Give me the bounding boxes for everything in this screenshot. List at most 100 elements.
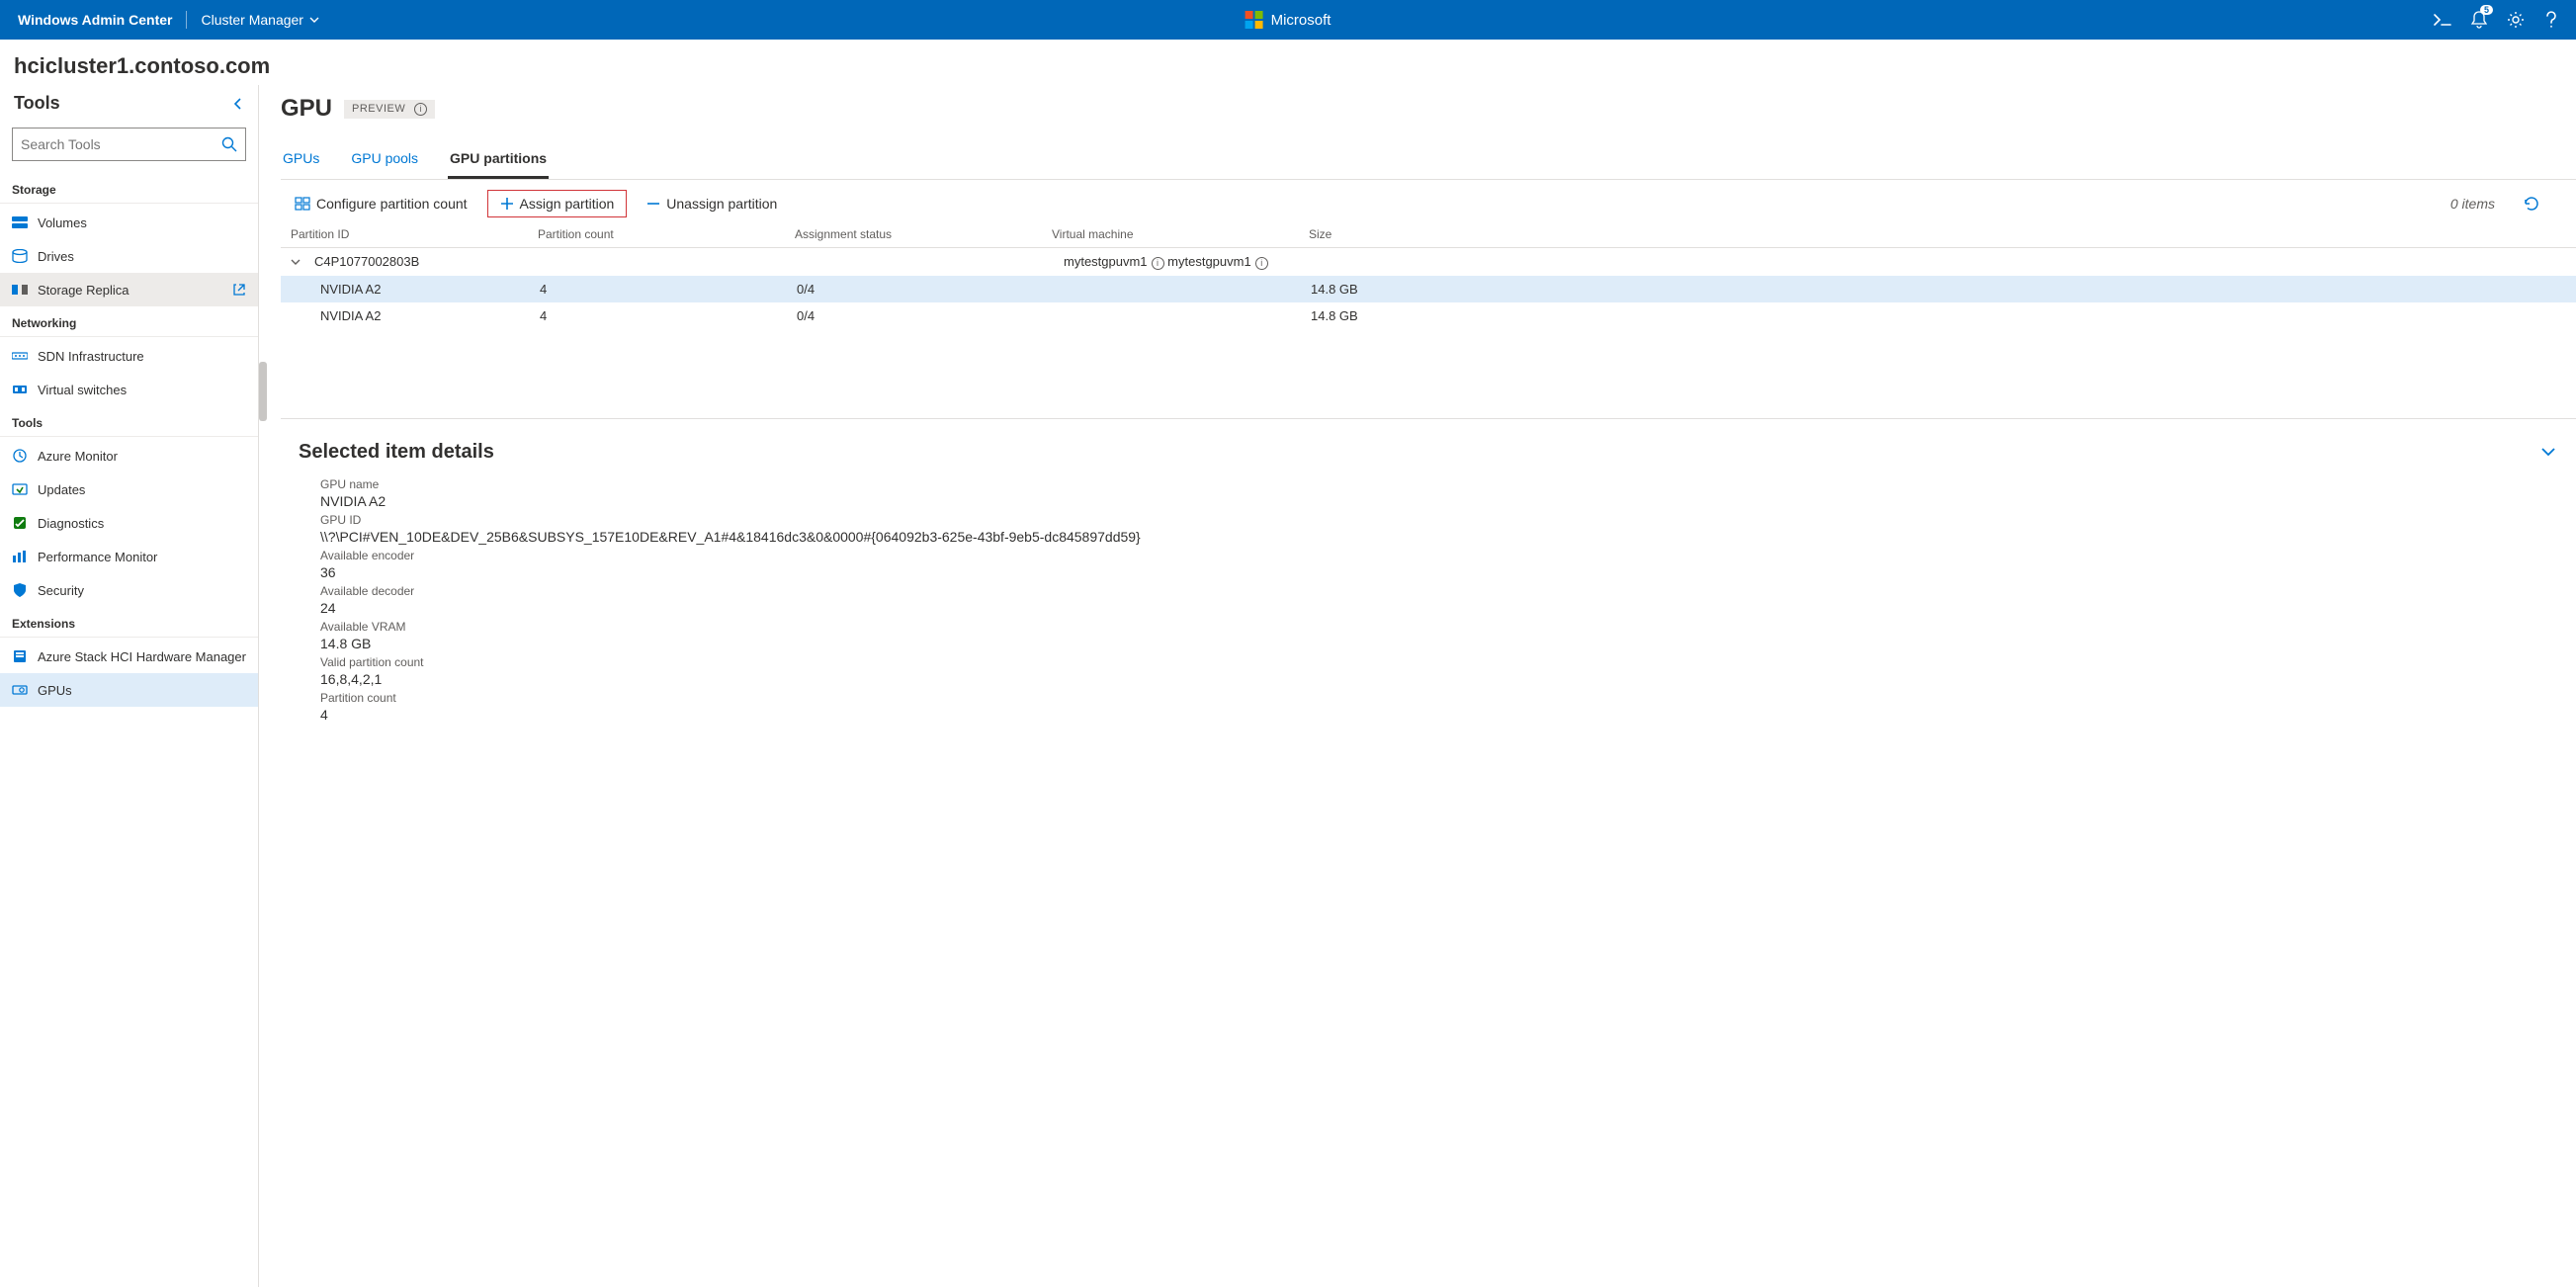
group-vm: mytestgpuvm1i mytestgpuvm1i <box>1064 254 1321 270</box>
minus-icon <box>646 197 660 211</box>
divider <box>186 11 187 29</box>
table-row[interactable]: NVIDIA A2 4 0/4 14.8 GB <box>281 276 2576 302</box>
help-button[interactable] <box>2544 11 2558 29</box>
sidebar-item-label: GPUs <box>38 683 72 698</box>
section-extensions: Extensions <box>0 607 258 638</box>
hostname: hcicluster1.contoso.com <box>0 40 2576 85</box>
toolbar: Configure partition count Assign partiti… <box>281 180 2576 225</box>
sidebar-item-label: SDN Infrastructure <box>38 349 144 364</box>
sidebar-item-label: Virtual switches <box>38 383 127 397</box>
collapse-sidebar-button[interactable] <box>232 98 244 110</box>
sidebar-item-label: Updates <box>38 482 85 497</box>
col-assignment-status[interactable]: Assignment status <box>795 227 1052 241</box>
assign-partition-button[interactable]: Assign partition <box>487 190 628 217</box>
context-dropdown[interactable]: Cluster Manager <box>201 12 319 28</box>
search-tools[interactable] <box>12 128 246 161</box>
chevron-left-icon <box>232 98 244 110</box>
sidebar-item-drives[interactable]: Drives <box>0 239 258 273</box>
col-partition-count[interactable]: Partition count <box>538 227 795 241</box>
sidebar-item-sdn[interactable]: SDN Infrastructure <box>0 339 258 373</box>
vswitch-icon <box>12 382 28 397</box>
updates-icon <box>12 481 28 497</box>
gpu-icon <box>12 682 28 698</box>
cell-name: NVIDIA A2 <box>320 308 540 323</box>
sidebar-item-virtual-switches[interactable]: Virtual switches <box>0 373 258 406</box>
microsoft-logo-icon <box>1245 11 1263 29</box>
unassign-partition-button[interactable]: Unassign partition <box>637 191 787 216</box>
sidebar-item-diagnostics[interactable]: Diagnostics <box>0 506 258 540</box>
button-label: Assign partition <box>520 196 615 212</box>
tabs: GPUs GPU pools GPU partitions <box>281 142 2576 180</box>
info-icon[interactable]: i <box>1255 257 1268 270</box>
detail-value: 24 <box>320 600 2556 616</box>
info-icon[interactable]: i <box>1152 257 1164 270</box>
cell-size: 14.8 GB <box>1311 308 2566 323</box>
top-bar-left: Windows Admin Center Cluster Manager <box>18 11 319 29</box>
sidebar-item-label: Performance Monitor <box>38 550 157 564</box>
tools-header: Tools <box>0 85 258 124</box>
preview-badge-label: PREVIEW <box>352 103 405 115</box>
cloud-shell-button[interactable] <box>2434 13 2451 27</box>
col-virtual-machine[interactable]: Virtual machine <box>1052 227 1309 241</box>
terminal-icon <box>2434 13 2451 27</box>
table-row[interactable]: NVIDIA A2 4 0/4 14.8 GB <box>281 302 2576 329</box>
storage-replica-icon <box>12 282 28 298</box>
scrollbar-thumb[interactable] <box>259 362 267 421</box>
perf-icon <box>12 549 28 564</box>
volumes-icon <box>12 214 28 230</box>
preview-badge: PREVIEW i <box>344 100 435 119</box>
col-partition-id[interactable]: Partition ID <box>291 227 538 241</box>
info-icon[interactable]: i <box>414 103 427 116</box>
sidebar-item-label: Azure Stack HCI Hardware Manager <box>38 649 246 664</box>
group-id: C4P1077002803B <box>314 254 550 269</box>
plus-icon <box>500 197 514 211</box>
details-title: Selected item details <box>299 441 494 464</box>
search-icon <box>221 136 237 152</box>
configure-partition-button[interactable]: Configure partition count <box>285 191 477 216</box>
top-bar-right: 5 <box>2434 11 2558 29</box>
items-count: 0 items <box>2450 196 2495 212</box>
main-content: GPU PREVIEW i GPUs GPU pools GPU partiti… <box>259 85 2576 1287</box>
search-input[interactable] <box>21 136 221 152</box>
sidebar-item-azure-monitor[interactable]: Azure Monitor <box>0 439 258 472</box>
sidebar-item-volumes[interactable]: Volumes <box>0 206 258 239</box>
detail-value: \\?\PCI#VEN_10DE&DEV_25B6&SUBSYS_157E10D… <box>320 529 2556 545</box>
top-bar: Windows Admin Center Cluster Manager Mic… <box>0 0 2576 40</box>
sidebar-item-gpus[interactable]: GPUs <box>0 673 258 707</box>
button-label: Configure partition count <box>316 196 468 212</box>
sidebar-item-label: Storage Replica <box>38 283 129 298</box>
detail-value: 16,8,4,2,1 <box>320 671 2556 687</box>
sidebar-item-label: Volumes <box>38 215 87 230</box>
section-storage: Storage <box>0 173 258 204</box>
azure-monitor-icon <box>12 448 28 464</box>
sidebar-item-storage-replica[interactable]: Storage Replica <box>0 273 258 306</box>
detail-label: Available encoder <box>320 549 2556 562</box>
section-networking: Networking <box>0 306 258 337</box>
sidebar-item-security[interactable]: Security <box>0 573 258 607</box>
help-icon <box>2544 11 2558 29</box>
group-row[interactable]: C4P1077002803B mytestgpuvm1i mytestgpuvm… <box>281 248 2576 276</box>
cell-status: 0/4 <box>797 282 1054 297</box>
configure-icon <box>295 197 310 211</box>
tab-gpu-pools[interactable]: GPU pools <box>349 142 420 179</box>
sidebar-item-hci-hardware[interactable]: Azure Stack HCI Hardware Manager <box>0 640 258 673</box>
tab-gpu-partitions[interactable]: GPU partitions <box>448 142 549 179</box>
sidebar-item-updates[interactable]: Updates <box>0 472 258 506</box>
settings-button[interactable] <box>2507 11 2525 29</box>
diagnostics-icon <box>12 515 28 531</box>
collapse-details-button[interactable] <box>2540 446 2556 458</box>
chevron-down-icon <box>309 15 319 25</box>
sidebar-item-label: Diagnostics <box>38 516 104 531</box>
detail-value: 36 <box>320 564 2556 580</box>
notifications-button[interactable]: 5 <box>2471 11 2487 29</box>
refresh-button[interactable] <box>2523 195 2540 213</box>
col-size[interactable]: Size <box>1309 227 2566 241</box>
cell-count: 4 <box>540 282 797 297</box>
tab-gpus[interactable]: GPUs <box>281 142 321 179</box>
cell-name: NVIDIA A2 <box>320 282 540 297</box>
details-body: GPU name NVIDIA A2 GPU ID \\?\PCI#VEN_10… <box>299 464 2556 723</box>
sdn-icon <box>12 348 28 364</box>
product-name[interactable]: Windows Admin Center <box>18 12 172 28</box>
sidebar-item-perf-monitor[interactable]: Performance Monitor <box>0 540 258 573</box>
shield-icon <box>12 582 28 598</box>
